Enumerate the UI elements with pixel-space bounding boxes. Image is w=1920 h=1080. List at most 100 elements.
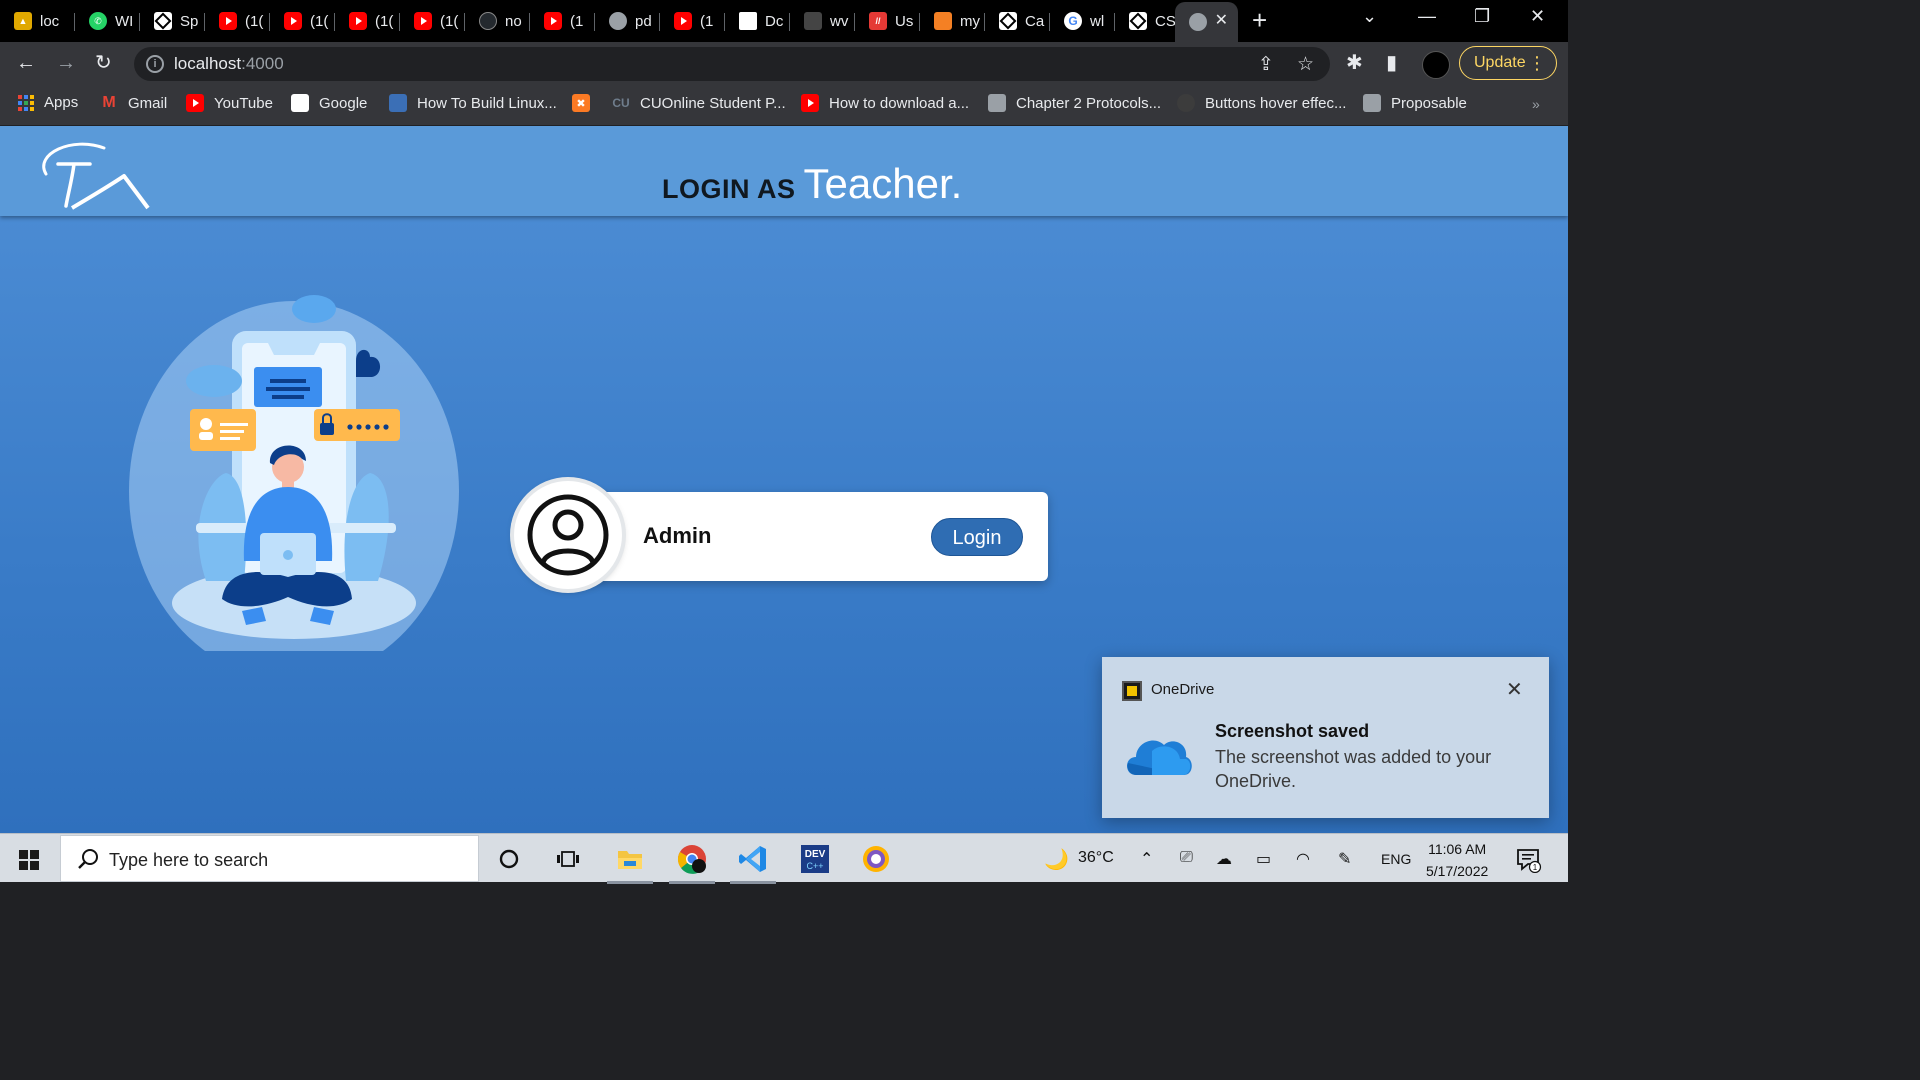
language-indicator[interactable]: ENG	[1381, 851, 1411, 867]
tab-15[interactable]: my	[920, 4, 985, 38]
bookmark-youtube[interactable]: YouTube	[186, 94, 273, 112]
bookmark-cuonline[interactable]: CU CUOnline Student P...	[612, 94, 785, 112]
minimize-button[interactable]: —	[1418, 6, 1436, 27]
youtube-icon	[349, 12, 367, 30]
bookmark-chapter2[interactable]: Chapter 2 Protocols...	[988, 94, 1161, 112]
tab-9[interactable]: (1	[530, 4, 595, 38]
cortana-icon[interactable]	[492, 842, 526, 876]
tab-title: (1(	[375, 12, 394, 30]
role-label: Admin	[643, 523, 712, 548]
tab-12[interactable]: Dc	[725, 4, 790, 38]
close-icon[interactable]: ✕	[1506, 677, 1523, 702]
devcpp-icon[interactable]: DEV C++	[798, 842, 832, 876]
chrome-icon[interactable]	[669, 842, 715, 884]
tab-1[interactable]: ▲ loc	[0, 4, 75, 38]
close-tab-icon[interactable]: ✕	[1215, 10, 1228, 30]
profile-avatar[interactable]	[1422, 51, 1450, 79]
tab-2[interactable]: ✆ WI	[75, 4, 140, 38]
tab-11[interactable]: (1	[660, 4, 725, 38]
tab-title: wv	[830, 12, 849, 30]
notification-center-icon[interactable]: 1	[1516, 847, 1542, 878]
tab-title: no	[505, 12, 522, 30]
meet-now-icon[interactable]: ⎚	[1180, 849, 1193, 867]
menu-dots-icon: ⋮	[1528, 53, 1546, 73]
address-bar[interactable]: i localhost:4000 ⇪ ☆	[134, 47, 1330, 81]
globe-icon	[1363, 94, 1381, 112]
page-title: LOGIN AS Teacher.	[662, 160, 962, 208]
tab-active[interactable]: ✕	[1175, 2, 1238, 42]
forward-icon[interactable]: →	[56, 52, 76, 74]
task-view-icon[interactable]	[551, 842, 585, 876]
battery-icon[interactable]: ▭	[1256, 849, 1271, 869]
tab-8[interactable]: no	[465, 4, 530, 38]
new-tab-button[interactable]: +	[1252, 6, 1267, 34]
restore-button[interactable]: ❐	[1474, 6, 1490, 27]
bookmark-buttons-hover[interactable]: Buttons hover effec...	[1177, 94, 1346, 112]
bookmark-apps[interactable]: Apps	[18, 94, 78, 111]
tab-6[interactable]: (1(	[335, 4, 400, 38]
update-button[interactable]: Update ⋮	[1459, 46, 1557, 80]
file-explorer-icon[interactable]	[607, 842, 653, 884]
bookmarks-bar: Apps M Gmail YouTube G Google How To Build…	[0, 86, 1568, 126]
tab-title: loc	[40, 12, 60, 30]
taskbar-search[interactable]: Type here to search	[60, 835, 479, 882]
wifi-icon[interactable]: ◠	[1296, 849, 1310, 869]
tab-10[interactable]: pd	[595, 4, 660, 38]
side-panel-icon[interactable]: ▮	[1386, 52, 1397, 74]
site-info-icon[interactable]: i	[146, 55, 164, 73]
toast-title: Screenshot saved	[1215, 721, 1370, 741]
weather-moon-icon[interactable]: 🌙	[1044, 847, 1069, 872]
google-icon: G	[291, 94, 309, 112]
login-button[interactable]: Login	[931, 518, 1023, 556]
bookmark-google[interactable]: G Google	[291, 94, 367, 112]
app-circle-icon[interactable]	[859, 842, 893, 876]
codepen-icon	[999, 12, 1017, 30]
back-icon[interactable]: ←	[16, 52, 36, 74]
bookmark-proposable[interactable]: Proposable	[1363, 94, 1467, 112]
weather-temperature[interactable]: 36°C	[1078, 849, 1114, 867]
bookmark-label: Gmail	[128, 94, 168, 112]
tab-4[interactable]: (1(	[205, 4, 270, 38]
tab-search-icon[interactable]: ⌄	[1362, 6, 1377, 27]
page-header: LOGIN AS Teacher.	[0, 126, 1568, 216]
onedrive-tray-icon[interactable]: ☁	[1216, 849, 1232, 869]
globe-icon	[389, 94, 407, 112]
red-site-icon: //	[869, 12, 887, 30]
tab-13[interactable]: wv	[790, 4, 855, 38]
tab-5[interactable]: (1(	[270, 4, 335, 38]
youtube-icon	[186, 94, 204, 112]
tab-17[interactable]: Gwl	[1050, 4, 1115, 38]
globe-icon	[609, 12, 627, 30]
login-illustration	[129, 295, 459, 651]
extensions-icon[interactable]: ✱	[1346, 52, 1363, 74]
close-window-button[interactable]: ✕	[1530, 6, 1545, 27]
tab-14[interactable]: // Us	[855, 4, 920, 38]
bookmark-download[interactable]: How to download a...	[801, 94, 969, 112]
clock-date: 5/17/2022	[1426, 863, 1489, 879]
pen-icon[interactable]: ✎	[1338, 849, 1351, 869]
svg-text:C++: C++	[806, 861, 823, 871]
notification-count: 1	[1533, 863, 1538, 872]
title-role: Teacher.	[803, 160, 963, 207]
reload-icon[interactable]: ↻	[95, 52, 112, 74]
onedrive-notification[interactable]: OneDrive ✕ Screenshot saved The screensh…	[1102, 657, 1549, 818]
bookmark-xampp[interactable]: ✖	[572, 94, 600, 112]
bookmark-label: Google	[319, 94, 368, 112]
document-icon	[739, 12, 757, 30]
share-icon[interactable]: ⇪	[1258, 53, 1274, 76]
url-text[interactable]: localhost:4000	[174, 54, 284, 74]
clock[interactable]: 11:06 AM 5/17/2022	[1426, 838, 1488, 882]
bookmark-gmail[interactable]: M Gmail	[100, 94, 167, 112]
windows-start-icon[interactable]	[19, 850, 39, 870]
tab-18[interactable]: CS	[1115, 4, 1175, 38]
codepen-icon	[154, 12, 172, 30]
more-bookmarks-icon[interactable]: »	[1532, 96, 1540, 112]
show-hidden-icons-chevron[interactable]: ⌃	[1140, 849, 1153, 869]
tab-7[interactable]: (1(	[400, 4, 465, 38]
brand-icon: ▲	[14, 12, 32, 30]
tab-16[interactable]: Ca	[985, 4, 1050, 38]
bookmark-star-icon[interactable]: ☆	[1297, 53, 1314, 76]
bookmark-linux[interactable]: How To Build Linux...	[389, 94, 557, 112]
vscode-icon[interactable]	[730, 842, 776, 884]
tab-3[interactable]: Sp	[140, 4, 205, 38]
